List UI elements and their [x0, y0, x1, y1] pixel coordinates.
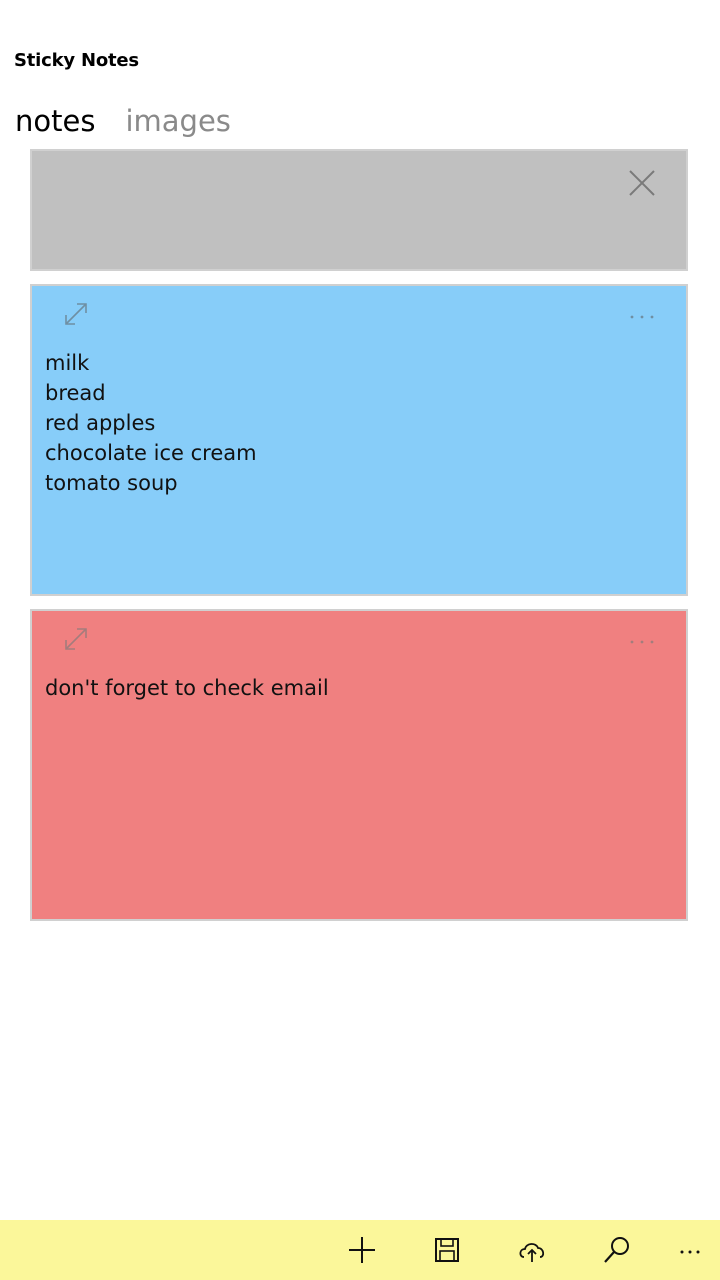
app-bar	[0, 1220, 720, 1280]
more-icon[interactable]	[628, 306, 656, 326]
note-card-red[interactable]: don't forget to check email	[30, 609, 688, 921]
new-note-card[interactable]	[30, 149, 688, 271]
more-icon[interactable]	[628, 631, 656, 651]
expand-icon[interactable]	[62, 625, 90, 653]
note-text[interactable]: don't forget to check email	[45, 673, 666, 703]
add-icon[interactable]	[346, 1234, 378, 1266]
cloud-upload-icon[interactable]	[516, 1234, 548, 1266]
search-icon[interactable]	[601, 1234, 633, 1266]
tab-notes[interactable]: notes	[15, 101, 95, 141]
note-text[interactable]: milk bread red apples chocolate ice crea…	[45, 348, 666, 498]
note-card-blue[interactable]: milk bread red apples chocolate ice crea…	[30, 284, 688, 596]
more-icon[interactable]	[675, 1234, 707, 1266]
save-icon[interactable]	[431, 1234, 463, 1266]
expand-icon[interactable]	[62, 300, 90, 328]
pivot-tabs: notes images	[15, 101, 231, 141]
tab-images[interactable]: images	[125, 101, 230, 141]
app-title: Sticky Notes	[14, 50, 139, 71]
close-icon[interactable]	[628, 169, 656, 197]
